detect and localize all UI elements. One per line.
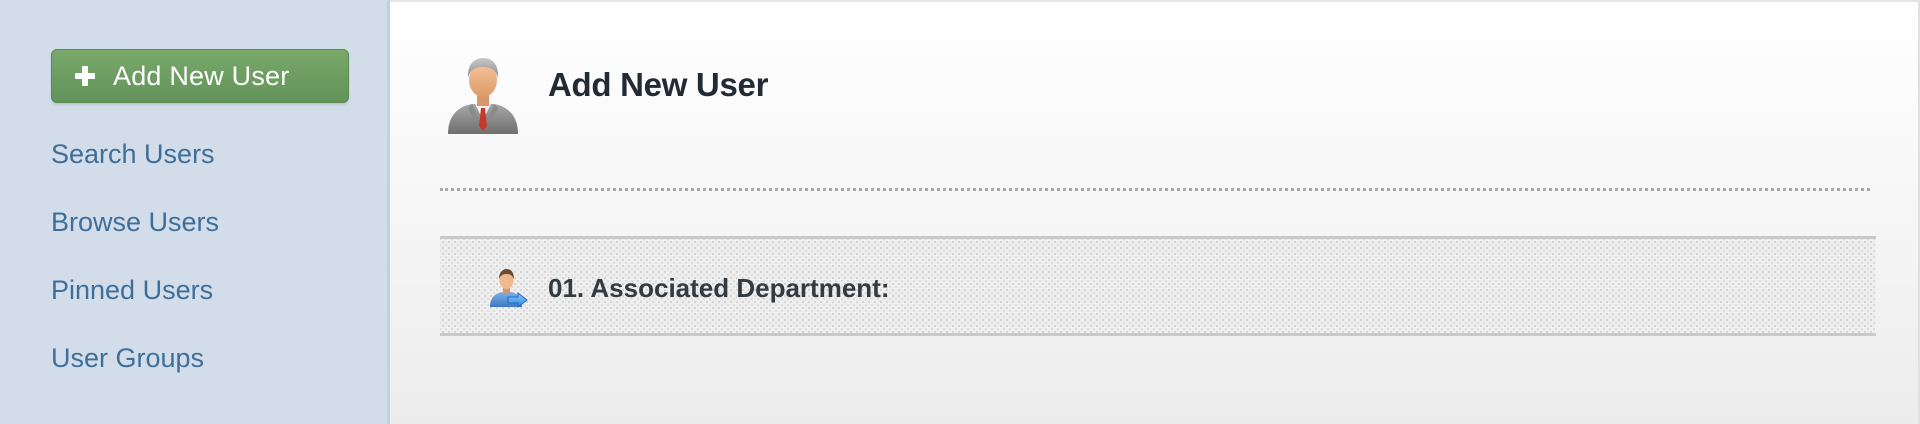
sidebar-item-pinned-users: Pinned Users [51, 270, 219, 338]
sidebar-item-user-groups: User Groups [51, 338, 219, 406]
dotted-divider [440, 188, 1870, 191]
user-avatar-icon [448, 58, 518, 134]
browse-users-link[interactable]: Browse Users [51, 207, 219, 237]
sidebar-nav: Search Users Browse Users Pinned Users U… [51, 134, 219, 406]
app-window: Add New User Search Users Browse Users P… [0, 0, 1920, 424]
user-groups-link[interactable]: User Groups [51, 343, 204, 373]
section-title: 01. Associated Department: [548, 273, 890, 303]
page-title: Add New User [548, 66, 769, 103]
plus-icon [74, 65, 96, 87]
sidebar: Add New User Search Users Browse Users P… [0, 0, 390, 424]
user-department-icon [490, 269, 528, 309]
pinned-users-link[interactable]: Pinned Users [51, 275, 213, 305]
sidebar-item-search-users: Search Users [51, 134, 219, 202]
search-users-link[interactable]: Search Users [51, 139, 215, 169]
associated-department-section: 01. Associated Department: [440, 236, 1876, 336]
main-content: Add New User 01. Associated Department: [390, 0, 1920, 424]
add-new-user-button-label: Add New User [113, 60, 290, 91]
add-new-user-button[interactable]: Add New User [51, 49, 349, 103]
sidebar-item-browse-users: Browse Users [51, 202, 219, 270]
